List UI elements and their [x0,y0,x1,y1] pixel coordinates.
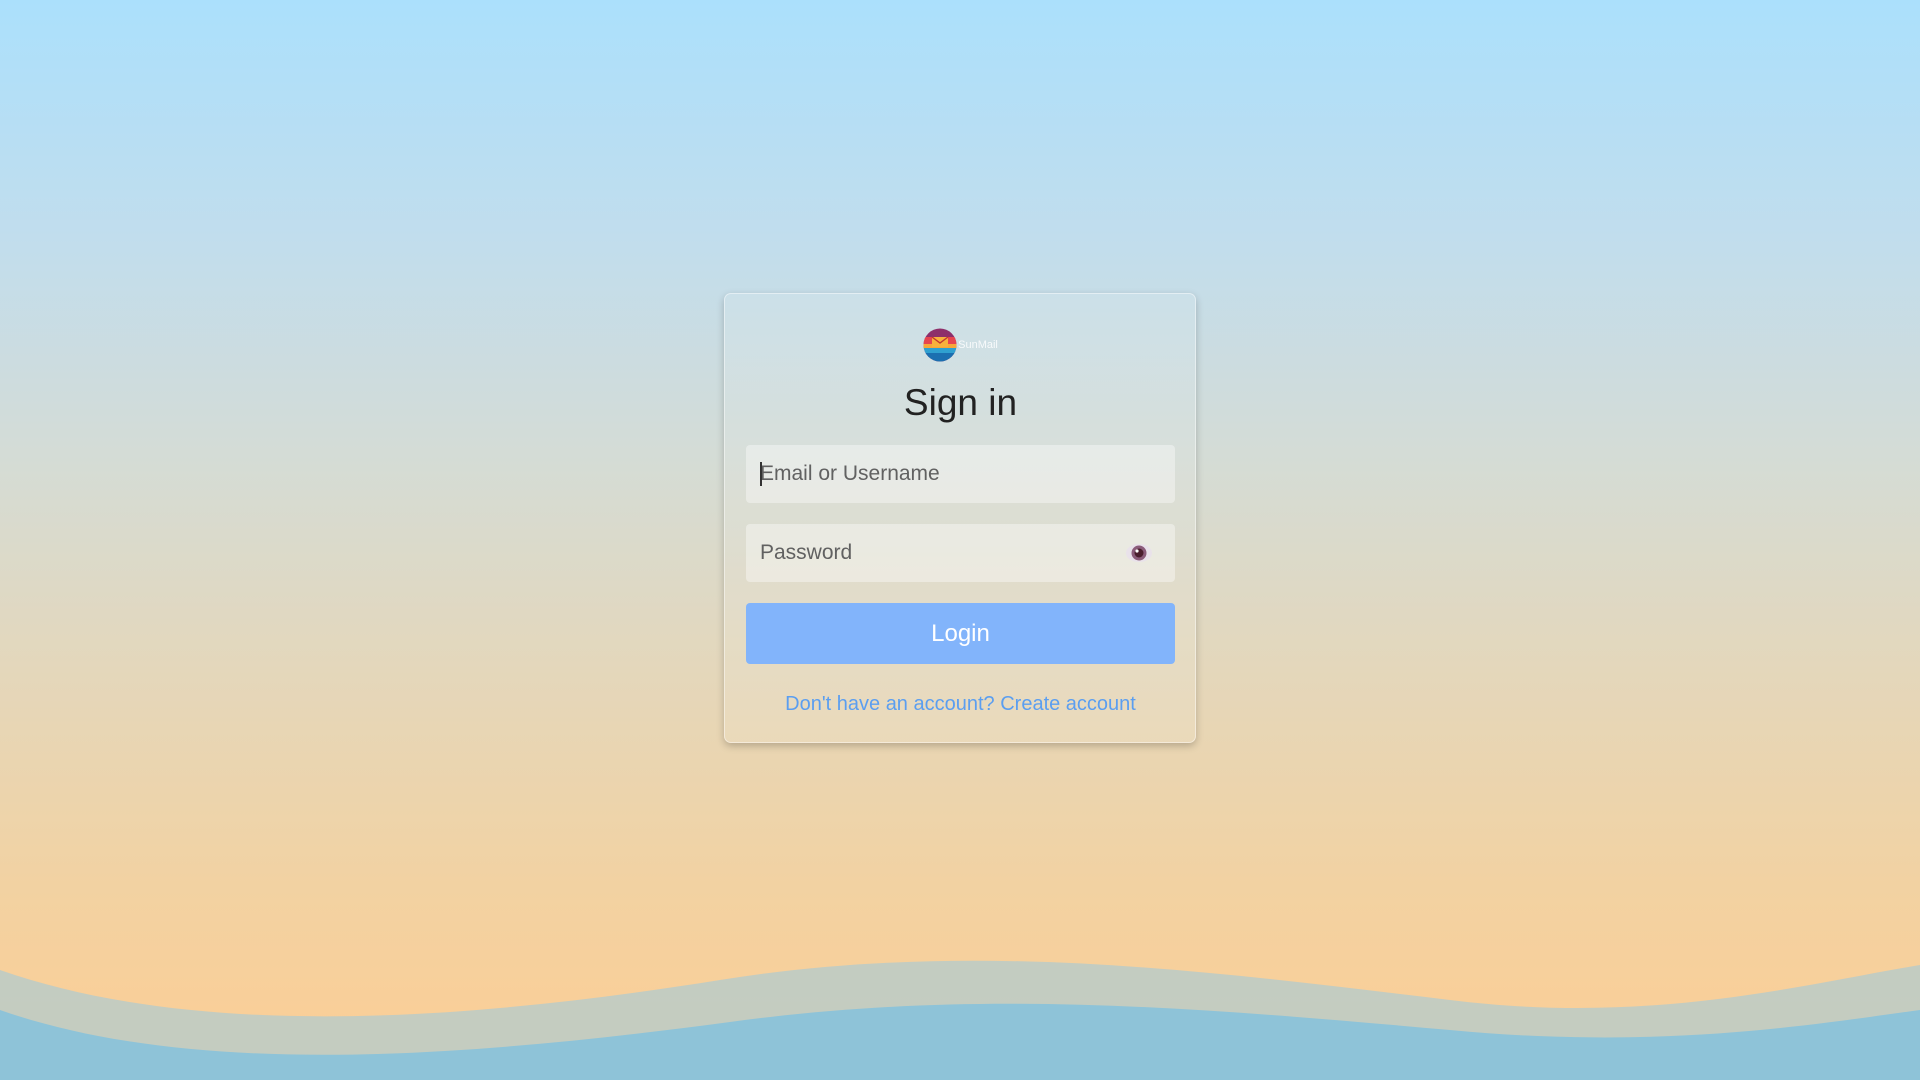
page-title: Sign in [903,382,1018,423]
password-field-container [746,524,1175,582]
sunset-envelope-logo-icon [923,328,957,362]
wave-decoration [0,960,1920,1080]
login-button[interactable]: Login [746,603,1175,664]
eye-icon [1126,544,1152,562]
create-account-link[interactable]: Don't have an account? Create account [785,693,1136,716]
show-password-button[interactable] [1125,540,1153,566]
brand-row: SunMail [746,326,1175,364]
email-input[interactable] [746,445,1175,503]
password-input[interactable] [746,524,1175,582]
brand-name: SunMail [958,339,998,351]
text-cursor [760,462,762,486]
login-card: SunMail Sign in Login Don't have an acco… [724,293,1196,743]
email-field-container [746,445,1175,503]
